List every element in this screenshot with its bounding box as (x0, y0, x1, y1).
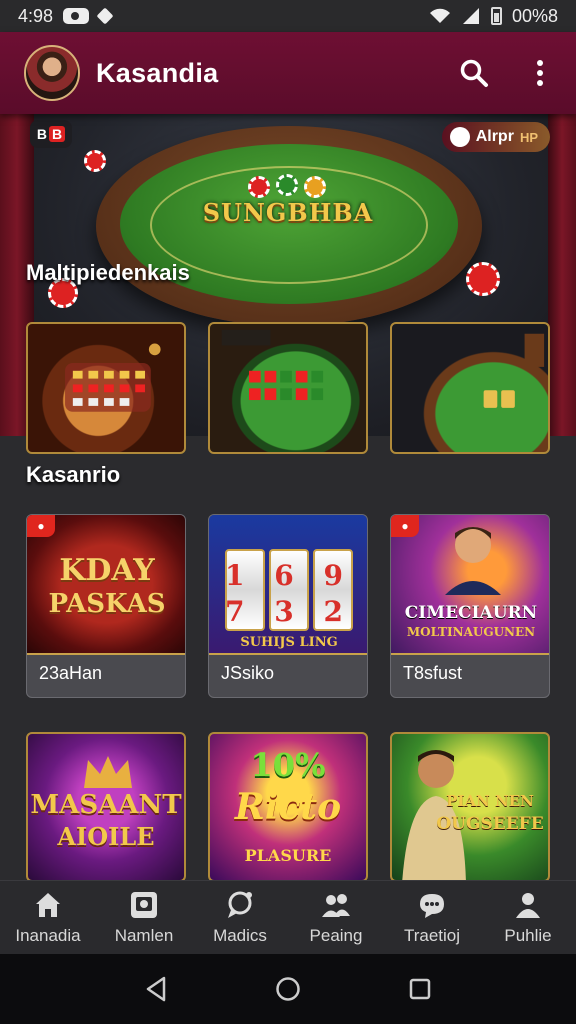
nav-label: Traetioj (403, 925, 461, 945)
promo-card[interactable]: PIAN NEN OUGSEEFE (390, 732, 550, 882)
location-icon (96, 7, 114, 25)
nav-item-home[interactable]: Inanadia (0, 881, 96, 954)
multiplayer-tile-roulette[interactable] (26, 322, 186, 454)
person-icon (402, 750, 466, 880)
art-reel-top: 1 6 9 (225, 559, 353, 592)
art-subtitle: MOLTINAUGUNEN (406, 625, 536, 639)
nav-label: Inanadia (15, 925, 81, 945)
hero-pill-text: Alrpr (475, 128, 514, 145)
section-title-casino: Kasanrio (26, 462, 121, 487)
chip-icon (466, 262, 500, 296)
system-nav-bar (0, 954, 576, 1024)
group-icon (322, 893, 350, 917)
chip-icon (276, 174, 298, 196)
roulette-icon (65, 343, 161, 412)
casino-card[interactable]: ● KDAY PASKAS 23aHan (26, 514, 186, 698)
hot-badge-icon: ● (27, 515, 55, 537)
chip-icon (304, 176, 326, 198)
promo-subtitle: AIOILE (57, 822, 155, 851)
nav-label: Namlen (114, 925, 174, 945)
casino-card-label: 23aHan (39, 663, 103, 683)
signal-icon (462, 8, 479, 24)
promo-title: 10% (250, 746, 326, 784)
status-time: 4:98 (18, 5, 54, 26)
promo-card[interactable]: MASAANT AIOILE (26, 732, 186, 882)
home-icon (36, 892, 60, 917)
battery-text: 00%8 (511, 5, 558, 26)
casino-card-label: T8sfust (403, 663, 463, 683)
art-title: KDAY (59, 553, 155, 588)
chips-icon (221, 329, 324, 401)
casino-card-art: ● CIMECIAURN MOLTINAUGUNEN (391, 515, 549, 655)
back-icon[interactable] (144, 976, 168, 1002)
hero-pill[interactable]: Alrpr HP (441, 122, 550, 152)
art-footer: SUHIJS LING (240, 635, 338, 650)
art-subtitle: PASKAS (48, 589, 166, 619)
person-icon (445, 527, 501, 595)
casino-card-art: ● KDAY PASKAS (27, 515, 185, 655)
profile-icon (516, 892, 540, 918)
status-bar: 4:98 00%8 (0, 0, 576, 32)
nav-item-namlen[interactable]: Namlen (96, 881, 192, 954)
section-title-multiplayer: Maltipiedenkais (26, 260, 190, 285)
hero-badge-left-text: B (36, 126, 47, 142)
avatar[interactable] (24, 45, 80, 101)
home-circle-icon[interactable] (275, 976, 301, 1002)
art-title: CIMECIAURN (404, 603, 538, 623)
cards-icon (483, 333, 545, 408)
hero-badge-left-red: B (49, 126, 66, 142)
nav-item-peaing[interactable]: Peaing (288, 881, 384, 954)
more-button[interactable] (524, 57, 556, 89)
live-icon (449, 127, 470, 147)
casino-card[interactable]: ● CIMECIAURN MOLTINAUGUNEN T8sfust (390, 514, 550, 698)
nav-label: Madics (213, 925, 267, 945)
nav-item-madics[interactable]: Madics (192, 881, 288, 954)
card-icon (131, 891, 157, 918)
nav-label: Peaing (309, 925, 363, 945)
nav-item-traetioj[interactable]: Traetioj (384, 881, 480, 954)
app-bar: Kasandia (0, 32, 576, 114)
hero-game-title: SUNGBHBA (202, 198, 374, 227)
chip-icon (84, 150, 106, 172)
chip-icon (248, 176, 270, 198)
bottom-nav: Inanadia Namlen Madics Peaing Traetioj P… (0, 880, 576, 954)
crown-icon (84, 756, 132, 788)
battery-icon (490, 7, 502, 25)
hero-pill-extra: HP (519, 129, 538, 145)
multiplayer-tile-poker[interactable] (390, 322, 550, 454)
hero-badge-left: B B (30, 120, 72, 148)
casino-card[interactable]: 1 6 9 7 3 2 SUHIJS LING JSsiko (208, 514, 368, 698)
nav-label: Puhlie (504, 925, 552, 945)
art-reel-bottom: 7 3 2 (225, 595, 353, 628)
search-button[interactable] (458, 57, 490, 89)
more-vert-icon (537, 60, 543, 86)
chat-bubble-icon (228, 891, 252, 918)
promo-title: PIAN NEN (446, 792, 534, 810)
casino-card-label: JSsiko (221, 663, 275, 683)
promo-card[interactable]: 10% Ricto PLASURE (208, 732, 368, 882)
app-title: Kasandia (96, 57, 219, 88)
message-icon (420, 893, 444, 918)
notification-icon (63, 8, 90, 24)
promo-footer: PLASURE (244, 846, 332, 865)
promo-title: MASAANT (30, 790, 182, 820)
hot-badge-icon: ● (391, 515, 419, 537)
curtain-right (548, 114, 576, 436)
wifi-icon (429, 8, 450, 23)
multiplayer-tile-table[interactable] (208, 322, 368, 454)
recents-icon[interactable] (408, 977, 432, 1001)
promo-subtitle: OUGSEEFE (436, 814, 544, 834)
nav-item-puhlie[interactable]: Puhlie (480, 881, 576, 954)
promo-subtitle: Ricto (234, 786, 342, 828)
search-icon (460, 59, 488, 87)
casino-card-art: 1 6 9 7 3 2 SUHIJS LING (209, 515, 367, 655)
